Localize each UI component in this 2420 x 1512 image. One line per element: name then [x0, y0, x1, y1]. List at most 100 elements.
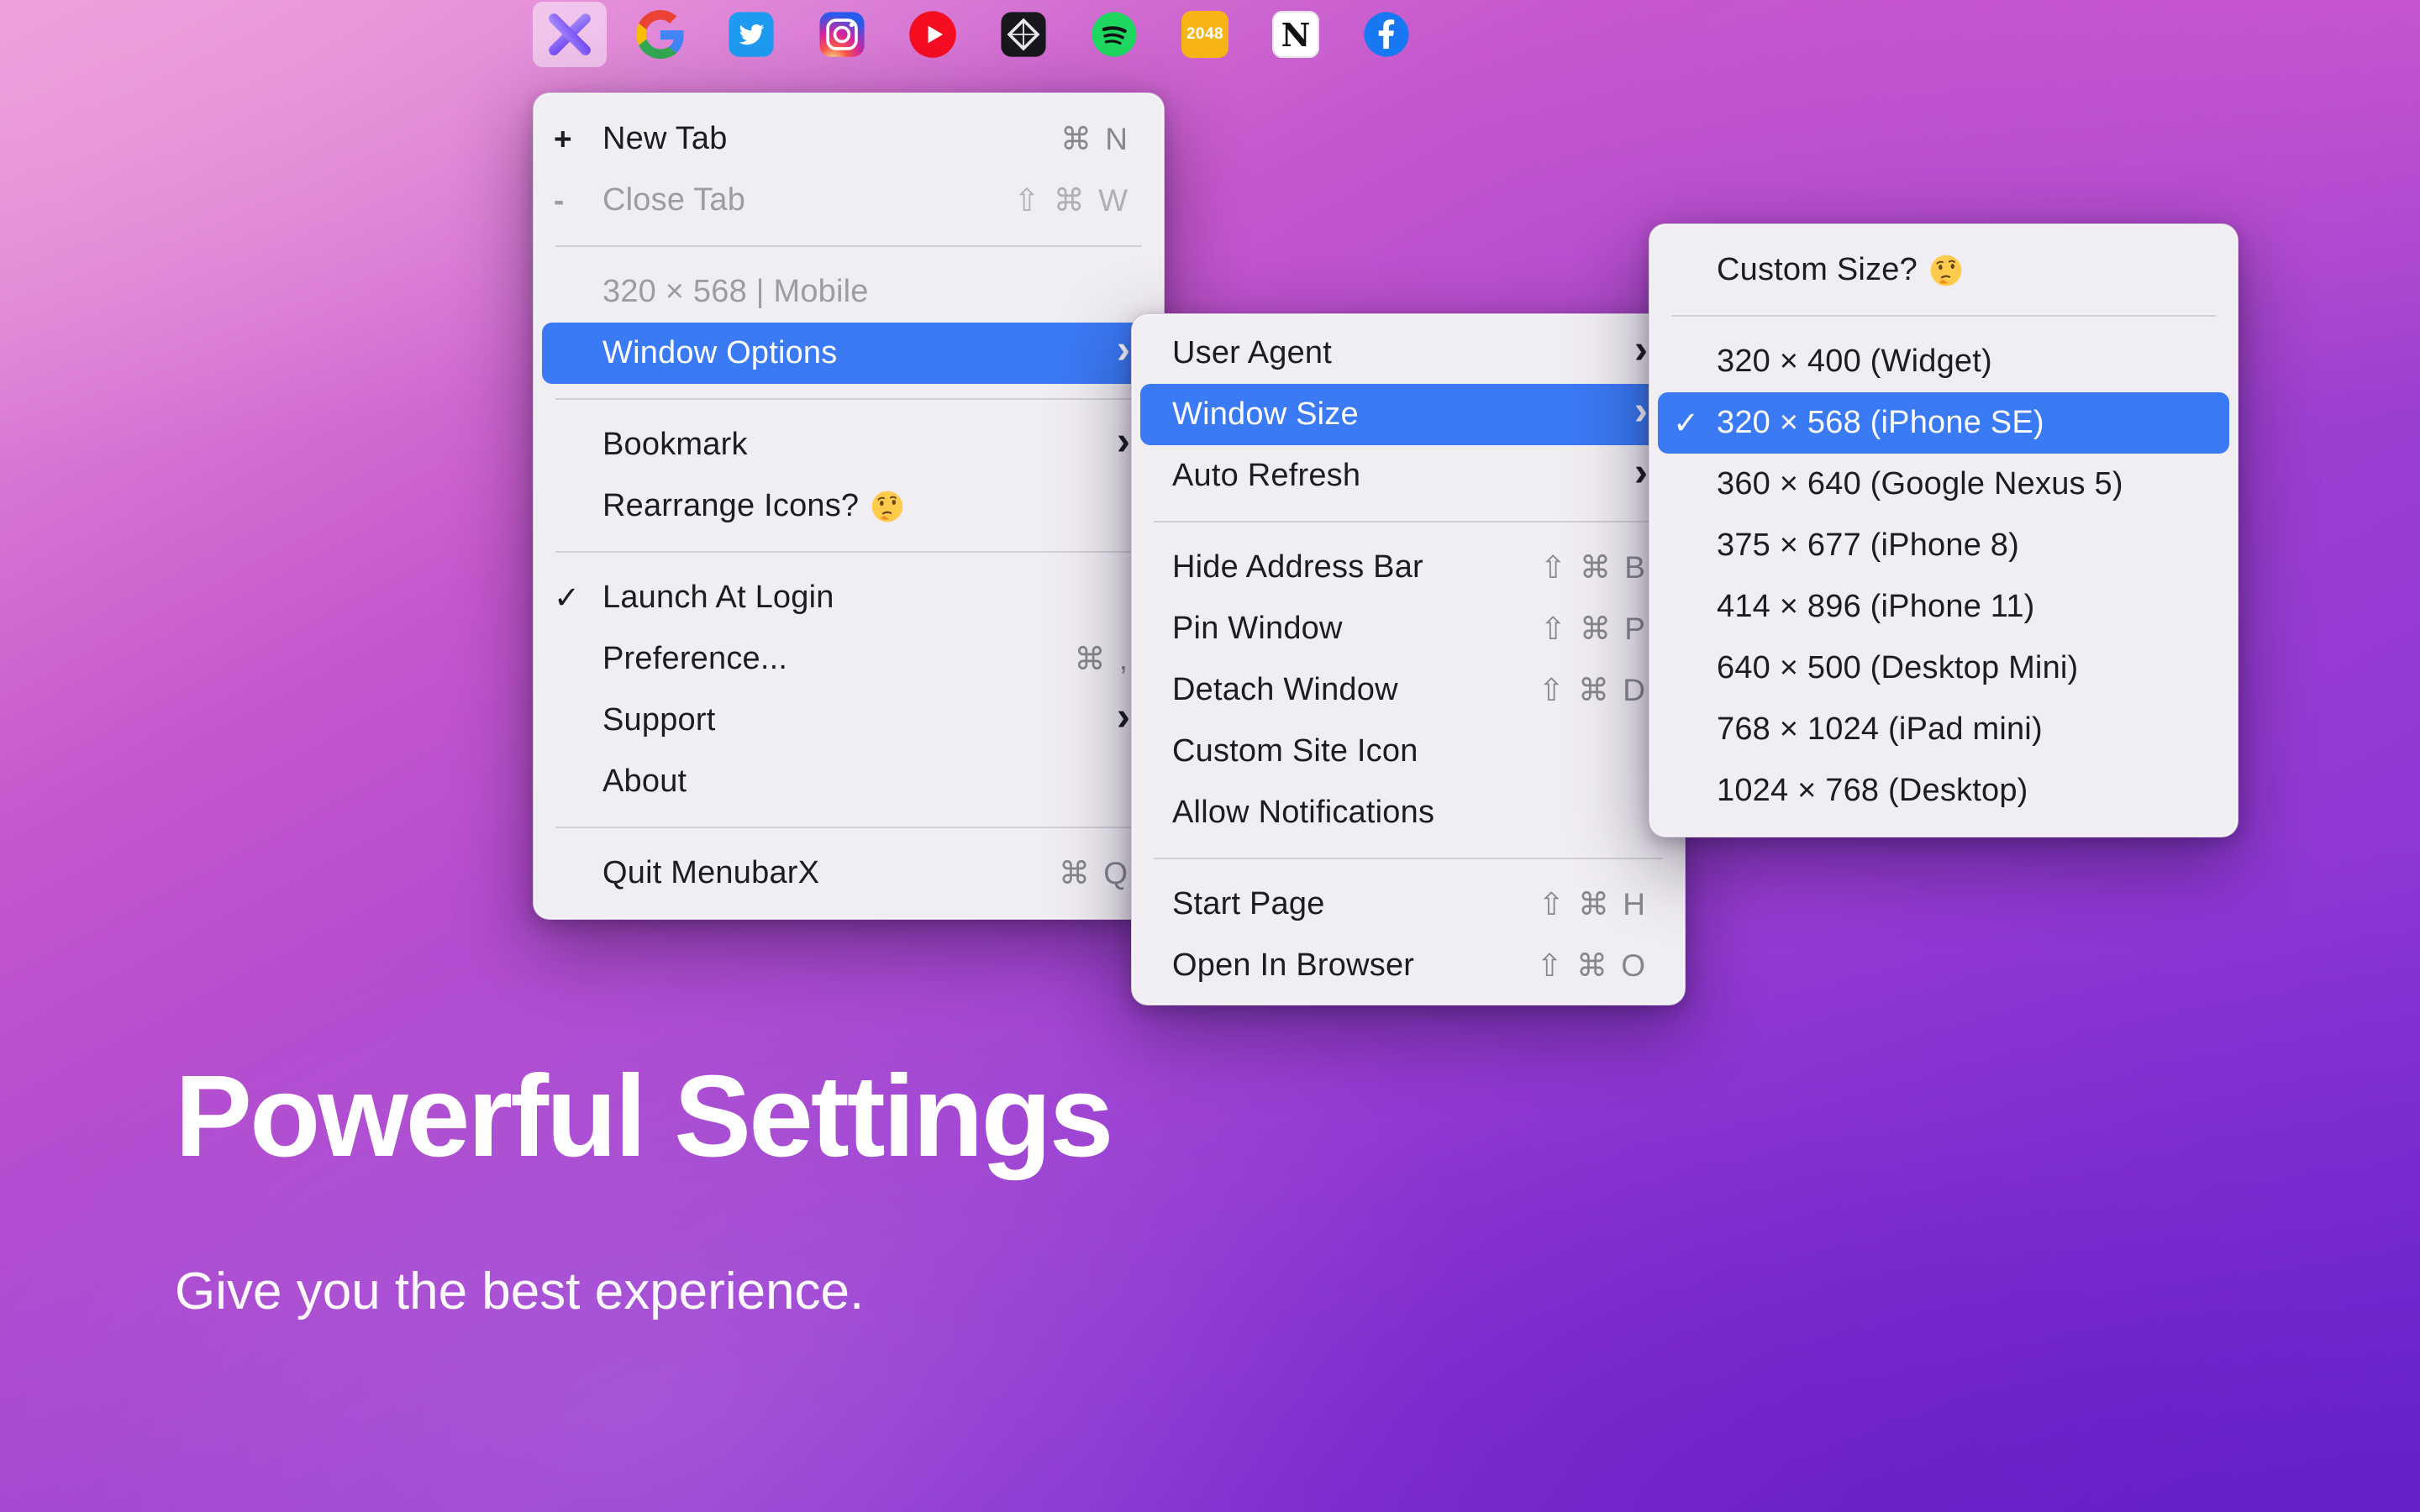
google-icon[interactable] — [623, 2, 697, 67]
menu-item-window-size[interactable]: Window Size› — [1140, 384, 1676, 445]
submenu-chevron-icon: › — [1634, 453, 1648, 493]
menu-item-768-1024-ipad-mini[interactable]: 768 × 1024 (iPad mini) — [1658, 699, 2229, 760]
menu-item-hide-address-bar[interactable]: Hide Address Bar⇧ ⌘ B — [1140, 537, 1676, 598]
check-column: + — [554, 122, 602, 157]
menu-item-320-568-iphone-se[interactable]: ✓320 × 568 (iPhone SE) — [1658, 392, 2229, 454]
menu-separator — [1671, 315, 2216, 317]
menu-item-user-agent[interactable]: User Agent› — [1140, 323, 1676, 384]
submenu-chevron-icon: › — [1634, 391, 1648, 432]
menu-item-label: About — [602, 764, 687, 800]
facebook-f-icon — [1362, 10, 1411, 59]
menu-bar: 2048 N — [533, 0, 1423, 69]
menu-item-320-568-mobile: 320 × 568 | Mobile — [542, 261, 1155, 323]
menubarx-icon[interactable] — [533, 2, 607, 67]
menu-separator — [555, 245, 1142, 247]
menu-item-375-677-iphone-8[interactable]: 375 × 677 (iPhone 8) — [1658, 515, 2229, 576]
facebook-icon[interactable] — [1349, 2, 1423, 67]
submenu-chevron-icon: › — [1117, 422, 1130, 462]
menu-separator — [555, 398, 1142, 400]
shortcut-label: ⇧ ⌘ W — [1014, 182, 1130, 218]
check-column: - — [554, 183, 602, 218]
menu-item-label: Custom Size? — [1717, 252, 1918, 288]
menu-separator — [1154, 858, 1663, 859]
menu-item-label: 640 × 500 (Desktop Mini) — [1717, 650, 2078, 686]
menu-item-preference[interactable]: Preference...⌘ , — [542, 628, 1155, 690]
window-options-submenu: User Agent›Window Size›Auto Refresh› Hide… — [1131, 313, 1686, 1005]
game-2048-icon[interactable]: 2048 — [1168, 2, 1242, 67]
menu-item-support[interactable]: Support › — [542, 690, 1155, 751]
shortcut-label: ⌘ Q — [1059, 855, 1130, 891]
submenu-chevron-icon: › — [1117, 697, 1130, 738]
hero-subtitle: Give you the best experience. — [175, 1259, 1111, 1325]
instagram-icon[interactable] — [805, 2, 879, 67]
game-2048-tile-icon: 2048 — [1181, 11, 1228, 58]
menu-item-label: Preference... — [602, 641, 787, 677]
menu-item-label: Bookmark — [602, 427, 748, 463]
checkmark-icon: ✓ — [554, 580, 602, 616]
hero-title: Powerful Settings — [175, 1052, 1111, 1182]
menu-item-label: Close Tab — [602, 182, 745, 218]
hero-text: Powerful Settings Give you the best expe… — [175, 1052, 1111, 1324]
spotify-icon[interactable] — [1077, 2, 1151, 67]
menu-item-label: New Tab — [602, 121, 728, 157]
menu-item-360-640-google-nexus-5[interactable]: 360 × 640 (Google Nexus 5) — [1658, 454, 2229, 515]
menu-item-label: Allow Notifications — [1172, 795, 1434, 831]
submenu-chevron-icon: › — [1117, 330, 1130, 370]
menu-item-auto-refresh[interactable]: Auto Refresh› — [1140, 445, 1676, 507]
notion-n-icon: N — [1272, 11, 1319, 58]
menu-item-label: 414 × 896 (iPhone 11) — [1717, 589, 2035, 625]
menu-separator — [1154, 521, 1663, 522]
menu-item-label: Launch At Login — [602, 580, 834, 616]
menu-item-label: Start Page — [1172, 886, 1325, 922]
menu-item-label: 1024 × 768 (Desktop) — [1717, 773, 2028, 809]
youtube-play-icon — [908, 10, 957, 59]
menu-item-rearrange-icons[interactable]: Rearrange Icons? — [542, 475, 1155, 537]
menu-item-label: 768 × 1024 (iPad mini) — [1717, 711, 2043, 748]
dark-diamond-app-icon[interactable] — [986, 2, 1060, 67]
submenu-chevron-icon: › — [1634, 330, 1648, 370]
desktop: 2048 N +New Tab ⌘ N -Close Tab ⇧ ⌘ W 320 × 56… — [0, 0, 2420, 1512]
menu-item-detach-window[interactable]: Detach Window⇧ ⌘ D — [1140, 659, 1676, 721]
menu-item-label: Rearrange Icons? — [602, 488, 859, 524]
shortcut-label: ⇧ ⌘ O — [1537, 948, 1648, 984]
shortcut-label: ⇧ ⌘ B — [1540, 549, 1648, 585]
menu-item-label: Pin Window — [1172, 611, 1343, 647]
menubarx-main-menu: +New Tab ⌘ N -Close Tab ⇧ ⌘ W 320 × 568 | Mo… — [533, 92, 1165, 920]
window-size-submenu: Custom Size?320 × 400 (Widget)✓320 × 568… — [1649, 223, 2238, 837]
shortcut-label: ⇧ ⌘ H — [1539, 886, 1648, 922]
menubarx-logo-icon — [545, 10, 594, 59]
menu-item-label: Quit MenubarX — [602, 855, 819, 891]
menu-item-label: 320 × 400 (Widget) — [1717, 344, 1992, 380]
menu-item-640-500-desktop-mini[interactable]: 640 × 500 (Desktop Mini) — [1658, 638, 2229, 699]
checkmark-icon: ✓ — [1673, 405, 1717, 441]
shortcut-label: ⌘ N — [1060, 121, 1130, 157]
menu-item-label: Support — [602, 702, 716, 738]
menu-item-about[interactable]: About — [542, 751, 1155, 812]
menu-item-label: Custom Site Icon — [1172, 733, 1418, 769]
menu-item-label: 375 × 677 (iPhone 8) — [1717, 528, 2019, 564]
menu-item-label: Open In Browser — [1172, 948, 1414, 984]
menu-item-bookmark[interactable]: Bookmark › — [542, 414, 1155, 475]
shortcut-label: ⇧ ⌘ D — [1539, 672, 1648, 708]
menu-item-320-400-widget[interactable]: 320 × 400 (Widget) — [1658, 331, 2229, 392]
menu-item-launch-at-login[interactable]: ✓Launch At Login — [542, 567, 1155, 628]
twitter-icon[interactable] — [714, 2, 788, 67]
menu-item-pin-window[interactable]: Pin Window⇧ ⌘ P — [1140, 598, 1676, 659]
menu-item-window-options[interactable]: Window Options› — [542, 323, 1155, 384]
menu-separator — [555, 551, 1142, 553]
menu-item-1024-768-desktop[interactable]: 1024 × 768 (Desktop) — [1658, 760, 2229, 822]
instagram-camera-icon — [818, 10, 866, 59]
menu-item-open-in-browser[interactable]: Open In Browser ⇧ ⌘ O — [1140, 935, 1676, 996]
menu-item-start-page[interactable]: Start Page ⇧ ⌘ H — [1140, 874, 1676, 935]
menu-item-quit-menubarx[interactable]: Quit MenubarX ⌘ Q — [542, 843, 1155, 904]
menu-separator — [555, 827, 1142, 828]
menu-item-414-896-iphone-11[interactable]: 414 × 896 (iPhone 11) — [1658, 576, 2229, 638]
dark-diamond-glyph-icon — [999, 10, 1048, 59]
youtube-icon[interactable] — [896, 2, 970, 67]
menu-item-new-tab[interactable]: +New Tab ⌘ N — [542, 108, 1155, 170]
menu-item-custom-site-icon[interactable]: Custom Site Icon — [1140, 721, 1676, 782]
notion-icon[interactable]: N — [1259, 2, 1333, 67]
menu-item-allow-notifications[interactable]: Allow Notifications — [1140, 782, 1676, 843]
menu-item-custom-size[interactable]: Custom Size? — [1658, 239, 2229, 301]
menu-item-label: 320 × 568 (iPhone SE) — [1717, 405, 2044, 441]
